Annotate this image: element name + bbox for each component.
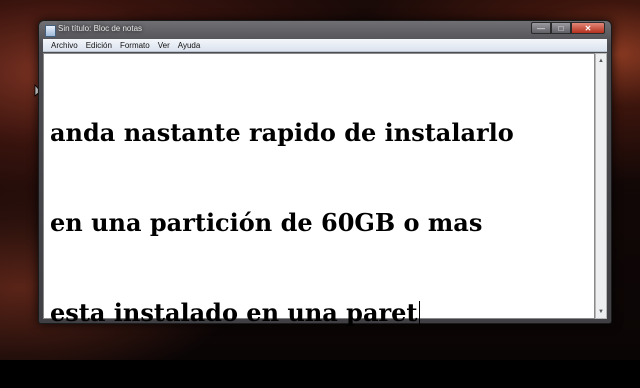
editor-line: esta instalado en una paret: [50, 298, 418, 327]
editor-line: en una partición de 60GB o mas: [50, 208, 483, 237]
window-title: Sin título: Bloc de notas: [58, 24, 143, 33]
menu-bar: Archivo Edición Formato Ver Ayuda: [43, 39, 607, 52]
menu-ayuda[interactable]: Ayuda: [174, 41, 205, 50]
window-controls: — □ ✕: [531, 22, 605, 35]
menu-ver[interactable]: Ver: [154, 41, 174, 50]
editor-line: anda nastante rapido de instalarlo: [50, 118, 514, 147]
notepad-window: Sin título: Bloc de notas — □ ✕ Archivo …: [38, 20, 612, 327]
editor-text: anda nastante rapido de instalarlo en un…: [50, 58, 590, 388]
scroll-down-arrow-icon[interactable]: ▼: [596, 306, 606, 317]
notepad-icon: [45, 25, 56, 37]
scroll-up-arrow-icon[interactable]: ▲: [596, 55, 606, 66]
menu-archivo[interactable]: Archivo: [47, 41, 82, 50]
text-caret: [418, 301, 420, 325]
vertical-scrollbar[interactable]: ▲ ▼: [595, 53, 607, 319]
minimize-button[interactable]: —: [531, 22, 551, 34]
menu-formato[interactable]: Formato: [116, 41, 154, 50]
menu-edicion[interactable]: Edición: [82, 41, 116, 50]
maximize-button[interactable]: □: [551, 22, 571, 34]
close-button[interactable]: ✕: [571, 22, 605, 34]
text-editor-area[interactable]: anda nastante rapido de instalarlo en un…: [43, 53, 595, 327]
title-bar[interactable]: Sin título: Bloc de notas — □ ✕: [39, 21, 611, 39]
